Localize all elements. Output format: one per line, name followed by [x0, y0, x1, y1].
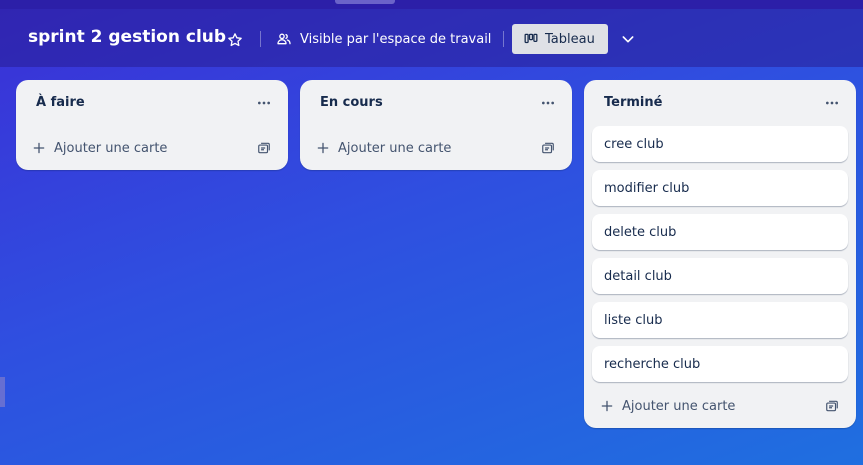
add-card-button[interactable]: Ajouter une carte — [24, 132, 234, 164]
list-en-cours: En cours Ajouter une carte — [300, 80, 572, 170]
card[interactable]: modifier club — [592, 170, 848, 206]
card[interactable]: delete club — [592, 214, 848, 250]
card[interactable]: recherche club — [592, 346, 848, 382]
list-menu-button[interactable] — [534, 90, 562, 116]
list-header: En cours — [300, 80, 572, 126]
top-strip — [0, 0, 863, 9]
card-template-icon — [258, 142, 270, 154]
star-icon — [228, 33, 242, 47]
visibility-label: Visible par l'espace de travail — [300, 31, 492, 47]
list-termine: Terminé cree club modifier club delete c… — [584, 80, 856, 428]
star-button[interactable] — [222, 27, 248, 53]
more-horizontal-icon — [542, 101, 554, 105]
card-template-icon — [542, 142, 554, 154]
plus-icon — [317, 142, 329, 154]
list-a-faire: À faire Ajouter une carte — [16, 80, 288, 170]
plus-icon — [601, 400, 613, 412]
board-title[interactable]: sprint 2 gestion club — [28, 27, 226, 47]
top-strip-notch — [335, 0, 395, 4]
board-header: sprint 2 gestion club Visible par l'espa… — [0, 9, 863, 67]
card-template-button[interactable] — [818, 392, 846, 420]
view-dropdown-button[interactable] — [614, 24, 642, 54]
add-card-label: Ajouter une carte — [338, 140, 452, 156]
add-card-label: Ajouter une carte — [54, 140, 168, 156]
visibility-button[interactable]: Visible par l'espace de travail — [270, 24, 497, 54]
chevron-down-icon — [622, 36, 634, 43]
board-view-label: Tableau — [545, 31, 595, 47]
card-template-icon — [826, 400, 838, 412]
list-footer: Ajouter une carte — [584, 384, 856, 428]
list-footer: Ajouter une carte — [300, 126, 572, 170]
add-card-button[interactable]: Ajouter une carte — [592, 390, 802, 422]
card[interactable]: detail club — [592, 258, 848, 294]
board-view-icon — [524, 33, 538, 44]
list-header: À faire — [16, 80, 288, 126]
list-title[interactable]: Terminé — [604, 95, 662, 110]
card-template-button[interactable] — [534, 134, 562, 162]
add-card-button[interactable]: Ajouter une carte — [308, 132, 518, 164]
sidebar-edge[interactable] — [0, 377, 5, 407]
card-list: cree club modifier club delete club deta… — [584, 126, 856, 382]
list-footer: Ajouter une carte — [16, 126, 288, 170]
card[interactable]: cree club — [592, 126, 848, 162]
header-separator — [260, 31, 261, 47]
workspace-icon — [277, 33, 291, 45]
add-card-label: Ajouter une carte — [622, 398, 736, 414]
list-title[interactable]: En cours — [320, 95, 383, 110]
card-template-button[interactable] — [250, 134, 278, 162]
list-menu-button[interactable] — [818, 90, 846, 116]
board-view-button[interactable]: Tableau — [512, 24, 608, 54]
list-title[interactable]: À faire — [36, 95, 85, 110]
header-separator — [503, 31, 504, 47]
list-menu-button[interactable] — [250, 90, 278, 116]
more-horizontal-icon — [826, 101, 838, 105]
card[interactable]: liste club — [592, 302, 848, 338]
plus-icon — [33, 142, 45, 154]
more-horizontal-icon — [258, 101, 270, 105]
list-header: Terminé — [584, 80, 856, 126]
